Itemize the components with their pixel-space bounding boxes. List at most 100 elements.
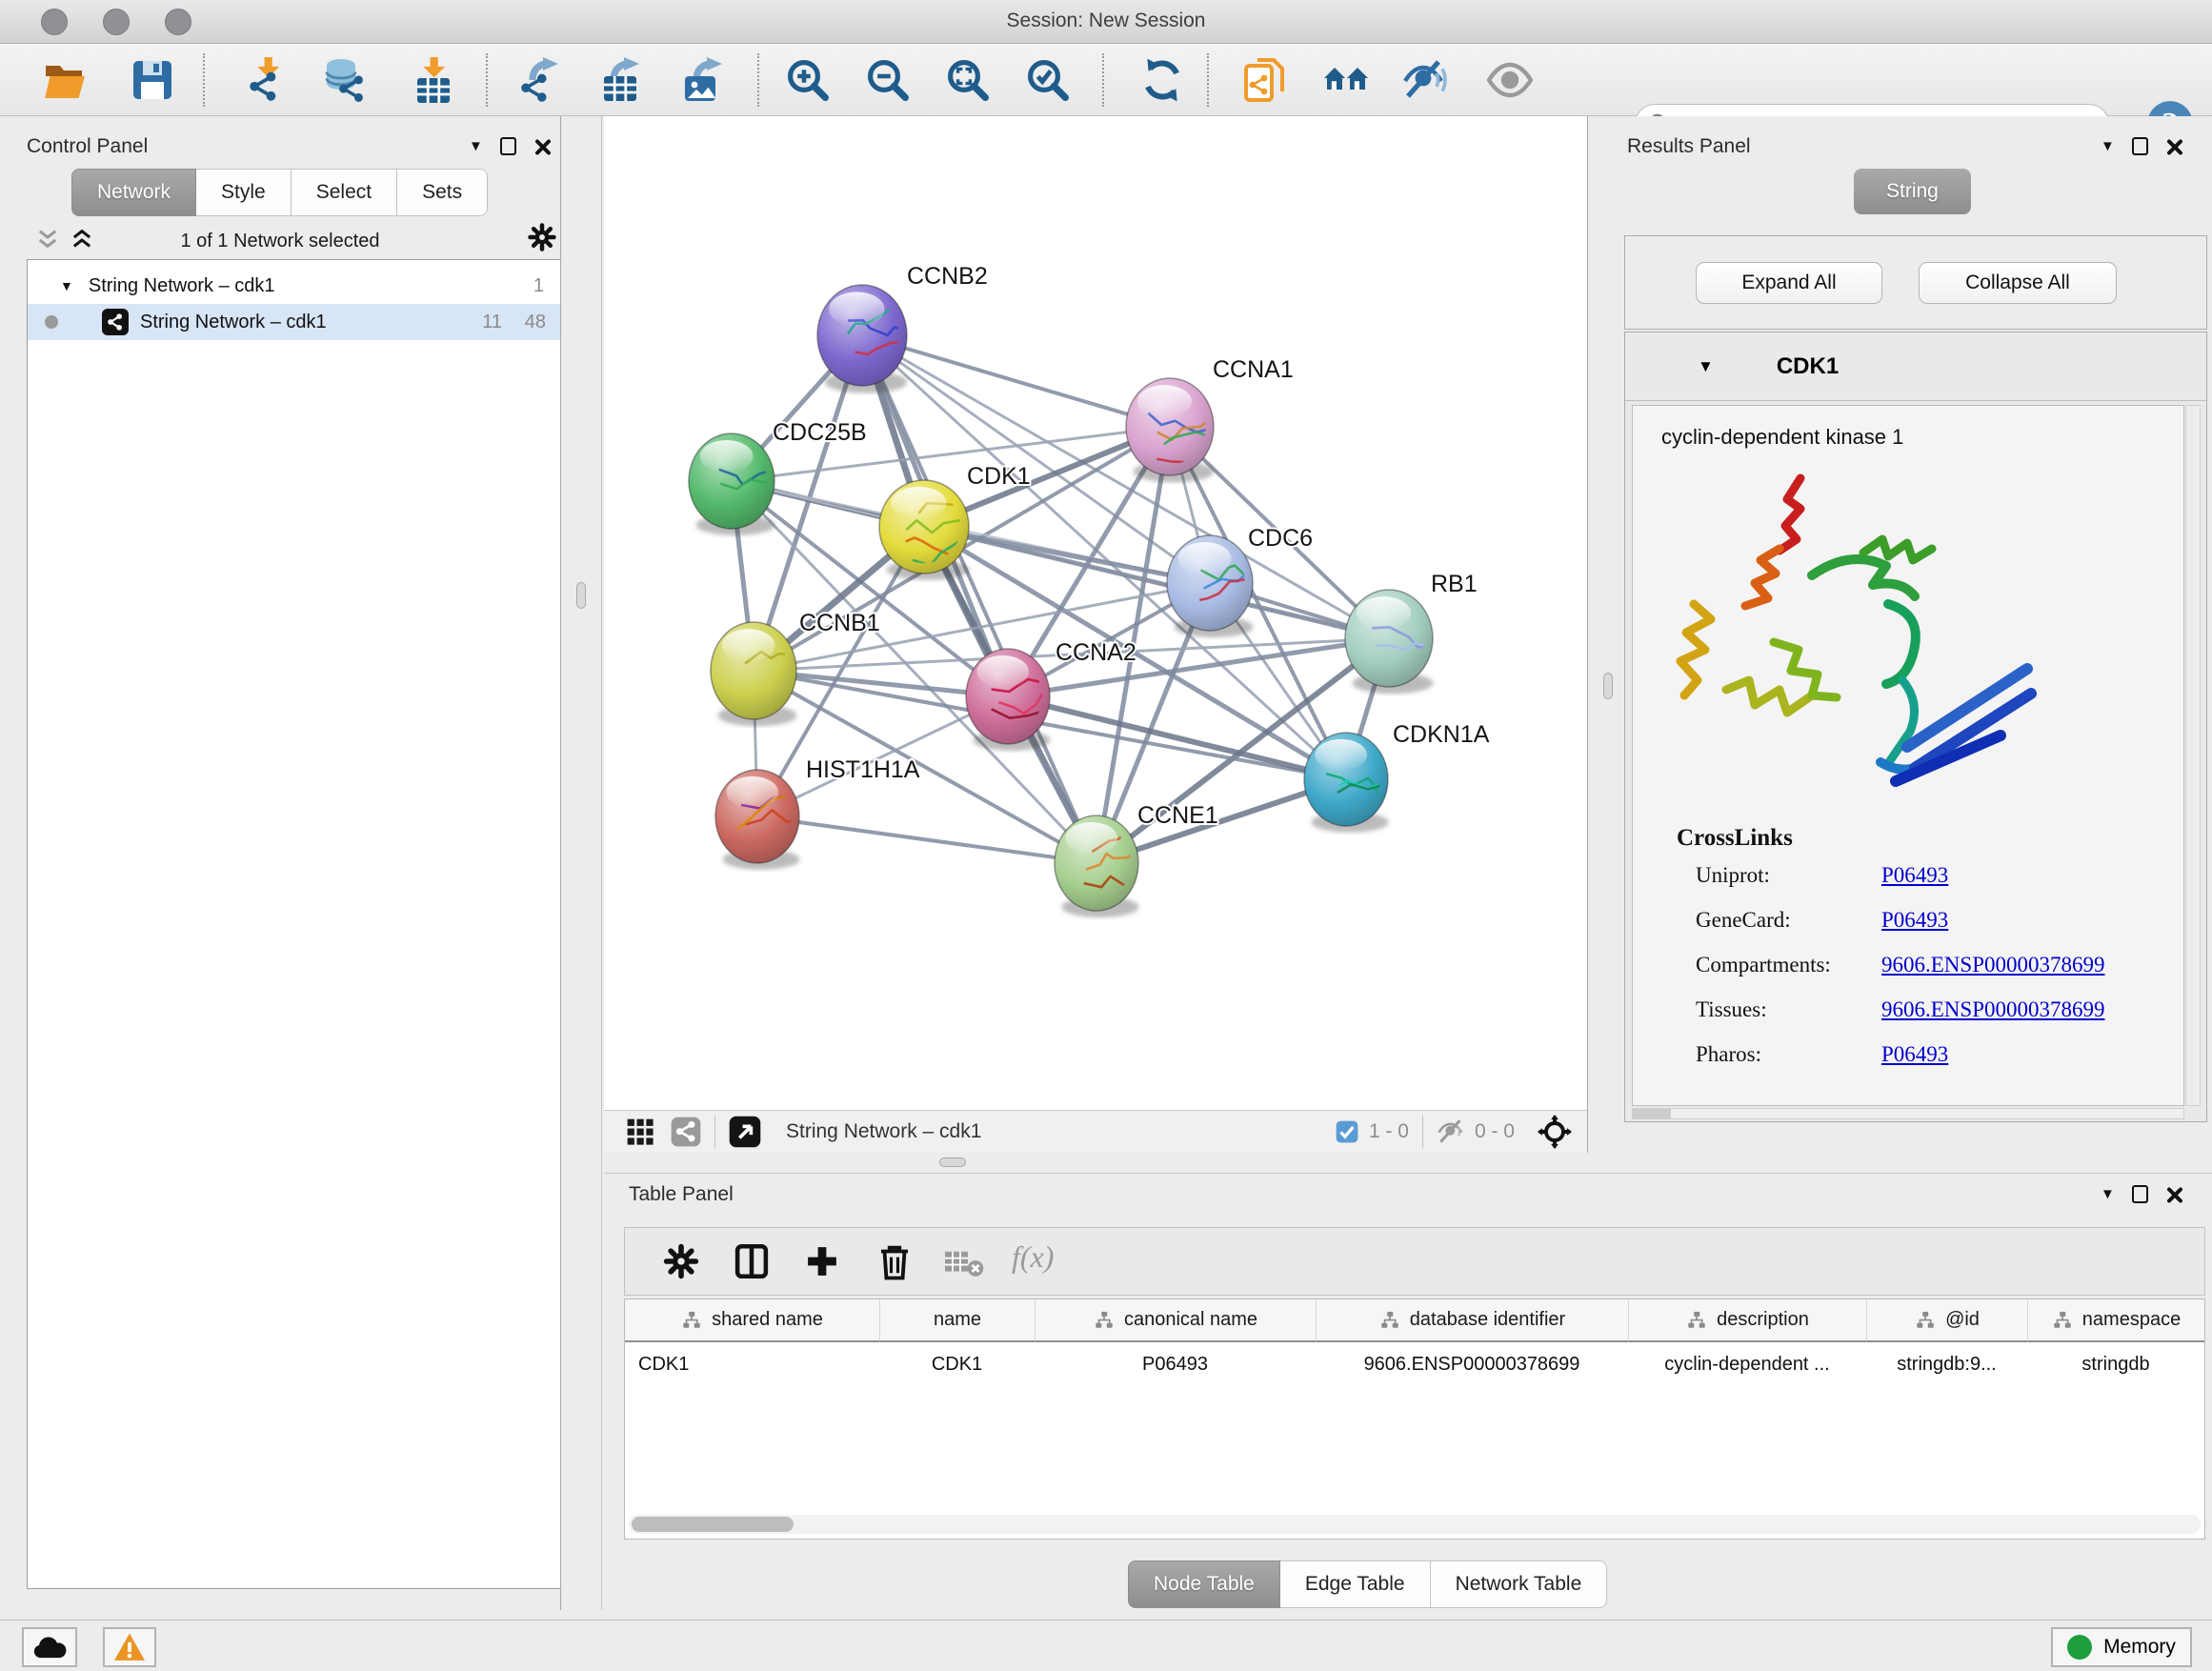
show-all-icon[interactable] (1487, 57, 1533, 103)
tab-network-table[interactable]: Network Table (1431, 1560, 1608, 1608)
panel-menu-icon[interactable]: ▼ (2101, 139, 2115, 153)
export-table-icon[interactable] (596, 57, 642, 103)
first-neighbors-icon[interactable] (1323, 57, 1369, 103)
column-header-id[interactable]: @id (1866, 1299, 2027, 1342)
table-cell[interactable]: stringdb (2027, 1344, 2204, 1384)
toolbar-separator (1422, 1116, 1423, 1148)
column-tree-icon (1094, 1310, 1115, 1331)
network-collection-row[interactable]: ▼ String Network – cdk1 1 (28, 268, 561, 304)
delete-table-icon[interactable] (943, 1247, 985, 1278)
results-scrollbar-thumb[interactable] (1633, 1109, 1671, 1118)
horizontal-splitter-handle[interactable] (939, 1158, 966, 1167)
right-splitter-handle[interactable] (1603, 673, 1613, 699)
results-vertical-scrollbar[interactable] (2185, 405, 2201, 1106)
left-splitter-handle[interactable] (576, 582, 586, 609)
results-horizontal-scrollbar[interactable] (1632, 1108, 2184, 1119)
crosslink-label: Pharos: (1696, 1042, 1881, 1067)
column-header-shared-name[interactable]: shared name (625, 1299, 879, 1342)
left-splitter[interactable] (560, 116, 602, 1610)
zoom-fit-icon[interactable] (945, 57, 991, 103)
selected-checkbox-icon[interactable] (1335, 1119, 1359, 1144)
network-row[interactable]: String Network – cdk1 11 48 (28, 304, 561, 340)
grid-view-icon[interactable] (625, 1117, 655, 1147)
function-builder-icon[interactable]: f(x) (1012, 1239, 1054, 1275)
protein-structure-image (1659, 461, 2060, 814)
hide-selected-icon[interactable] (1401, 57, 1447, 103)
column-header-name[interactable]: name (879, 1299, 1035, 1342)
close-panel-icon[interactable] (2165, 1186, 2182, 1203)
table-cell[interactable]: P06493 (1035, 1344, 1316, 1384)
memory-button[interactable]: Memory (2051, 1627, 2192, 1667)
network-canvas[interactable]: CCNB2CCNA1CDC25BCDK1CDC6RB1CCNB1CCNA2CDK… (604, 116, 1587, 1110)
crosslink-link[interactable]: P06493 (1881, 908, 1948, 933)
table-cell[interactable]: stringdb:9... (1866, 1344, 2027, 1384)
import-network-from-database-icon[interactable] (322, 57, 368, 103)
birds-eye-view-icon[interactable] (729, 1116, 761, 1148)
tab-sets[interactable]: Sets (397, 169, 488, 216)
tab-select[interactable]: Select (292, 169, 397, 216)
zoom-selected-icon[interactable] (1025, 57, 1071, 103)
refresh-view-icon[interactable] (1139, 57, 1185, 103)
crosslink-link[interactable]: P06493 (1881, 1042, 1948, 1067)
crosslink-link[interactable]: 9606.ENSP00000378699 (1881, 997, 2105, 1022)
close-panel-icon[interactable] (533, 138, 551, 155)
panel-menu-icon[interactable]: ▼ (469, 139, 483, 153)
network-edge-CCNB2-CCNA1[interactable] (862, 335, 1170, 427)
expand-all-button[interactable]: Expand All (1696, 262, 1882, 304)
table-horizontal-scrollbar[interactable] (629, 1515, 2201, 1534)
crosslink-link[interactable]: P06493 (1881, 863, 1948, 888)
network-selection-status: 1 of 1 Network selected (0, 231, 560, 252)
column-header-namespace[interactable]: namespace (2027, 1299, 2204, 1342)
network-graph[interactable]: CCNB2CCNA1CDC25BCDK1CDC6RB1CCNB1CCNA2CDK… (604, 116, 1587, 1110)
import-network-from-file-icon[interactable] (242, 57, 288, 103)
float-panel-icon[interactable] (2132, 1185, 2148, 1203)
open-session-icon[interactable] (42, 57, 88, 103)
export-network-icon[interactable] (515, 57, 561, 103)
float-panel-icon[interactable] (500, 137, 516, 155)
export-image-icon[interactable] (679, 57, 725, 103)
tab-edge-table[interactable]: Edge Table (1280, 1560, 1431, 1608)
status-bar (0, 1620, 2212, 1671)
gene-disclosure-icon[interactable]: ▼ (1698, 357, 1714, 376)
tab-network[interactable]: Network (71, 169, 196, 216)
collection-disclosure-icon[interactable]: ▼ (60, 278, 73, 293)
network-options-gear-icon[interactable] (526, 221, 558, 253)
tab-string[interactable]: String (1854, 169, 1971, 214)
table-cell[interactable]: CDK1 (625, 1344, 879, 1384)
save-session-icon[interactable] (130, 57, 175, 103)
horizontal-splitter[interactable] (604, 1153, 2212, 1174)
crosslink-link[interactable]: 9606.ENSP00000378699 (1881, 953, 2105, 977)
tab-node-table[interactable]: Node Table (1128, 1560, 1280, 1608)
table-options-gear-icon[interactable] (661, 1241, 701, 1281)
string-tab-icon[interactable] (671, 1117, 701, 1147)
table-cell[interactable]: cyclin-dependent ... (1628, 1344, 1866, 1384)
panel-menu-icon[interactable]: ▼ (2101, 1187, 2115, 1201)
column-header-database-identifier[interactable]: database identifier (1316, 1299, 1628, 1342)
column-header-description[interactable]: description (1628, 1299, 1866, 1342)
warnings-button[interactable] (103, 1627, 156, 1667)
crosslink-label: Tissues: (1696, 997, 1881, 1022)
fit-selected-crosshair-icon[interactable] (1538, 1115, 1572, 1149)
network-edge-HIST1H1A-CCNE1[interactable] (757, 816, 1096, 863)
zoom-in-icon[interactable] (785, 57, 831, 103)
table-cell[interactable]: CDK1 (879, 1344, 1035, 1384)
float-panel-icon[interactable] (2132, 137, 2148, 155)
tab-style[interactable]: Style (196, 169, 292, 216)
gene-section-header[interactable]: ▼ CDK1 (1625, 332, 2206, 401)
node-label-CDC25B: CDC25B (773, 419, 867, 446)
import-table-from-file-icon[interactable] (408, 57, 453, 103)
delete-column-icon[interactable] (875, 1241, 915, 1281)
column-header-canonical-name[interactable]: canonical name (1035, 1299, 1316, 1342)
table-panel-controls: ▼ (2101, 1185, 2182, 1203)
show-columns-icon[interactable] (732, 1241, 772, 1281)
table-scrollbar-thumb[interactable] (632, 1517, 794, 1532)
cloud-status-button[interactable] (22, 1627, 77, 1667)
hidden-eye-icon[interactable] (1437, 1117, 1465, 1146)
network-edge-CCNB2-CCNE1[interactable] (862, 335, 1096, 863)
duplicate-network-icon[interactable] (1241, 57, 1287, 103)
zoom-out-icon[interactable] (865, 57, 911, 103)
collapse-all-button[interactable]: Collapse All (1919, 262, 2117, 304)
table-cell[interactable]: 9606.ENSP00000378699 (1316, 1344, 1628, 1384)
close-panel-icon[interactable] (2165, 138, 2182, 155)
create-column-icon[interactable] (802, 1241, 842, 1281)
